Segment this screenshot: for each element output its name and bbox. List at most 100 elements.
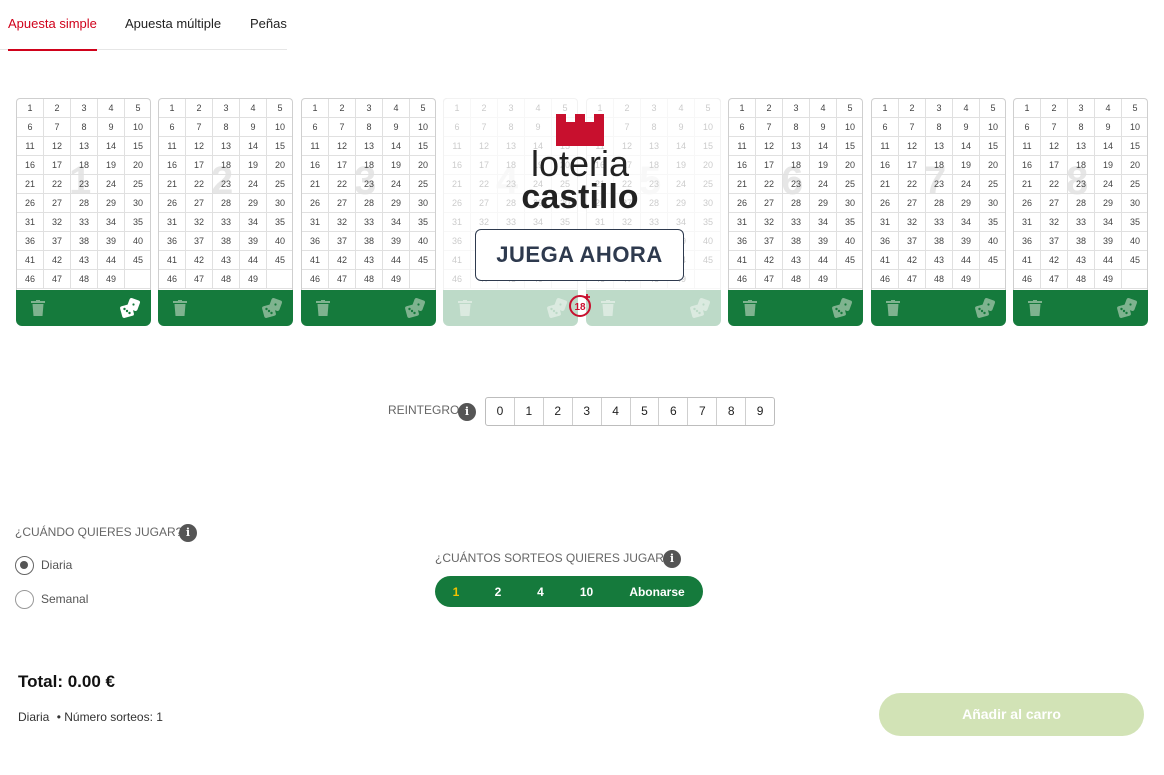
ticket-number-cell[interactable]: 35 [980, 213, 1005, 232]
ticket-number-cell[interactable]: 38 [356, 232, 383, 251]
dice-icon[interactable] [261, 297, 283, 319]
ticket-number-cell[interactable]: 2 [756, 99, 783, 118]
ticket-number-cell[interactable]: 13 [1068, 137, 1095, 156]
ticket-number-cell[interactable]: 23 [926, 175, 953, 194]
ticket-number-cell[interactable]: 18 [213, 156, 240, 175]
ticket-number-cell[interactable]: 4 [953, 99, 980, 118]
ticket-number-cell[interactable]: 6 [17, 118, 44, 137]
ticket-number-cell[interactable]: 30 [267, 194, 292, 213]
ticket-number-cell[interactable]: 2 [899, 99, 926, 118]
ticket-number-cell[interactable]: 5 [1122, 99, 1147, 118]
ticket-number-cell[interactable]: 24 [1095, 175, 1122, 194]
ticket-number-cell[interactable]: 15 [125, 137, 150, 156]
ticket-number-cell[interactable]: 43 [213, 251, 240, 270]
ticket-number-cell[interactable]: 6 [729, 118, 756, 137]
ticket-number-cell[interactable]: 42 [186, 251, 213, 270]
ticket-number-cell[interactable]: 31 [302, 213, 329, 232]
ticket-number-cell[interactable]: 22 [1041, 175, 1068, 194]
ticket-number-cell[interactable]: 11 [729, 137, 756, 156]
ticket-number-cell[interactable]: 21 [872, 175, 899, 194]
ticket-number-cell[interactable]: 34 [1095, 213, 1122, 232]
reintegro-option-7[interactable]: 7 [688, 398, 718, 425]
ticket-number-cell[interactable]: 34 [383, 213, 410, 232]
ticket-number-cell[interactable]: 49 [383, 270, 410, 289]
ticket-number-cell[interactable]: 20 [1122, 156, 1147, 175]
ticket-number-cell[interactable]: 37 [44, 232, 71, 251]
ticket-number-cell[interactable]: 26 [1014, 194, 1041, 213]
ticket-number-cell[interactable]: 31 [1014, 213, 1041, 232]
radio-button-semanal[interactable] [15, 589, 34, 609]
ticket-number-cell[interactable]: 17 [44, 156, 71, 175]
ticket-number-cell[interactable]: 17 [186, 156, 213, 175]
ticket-number-cell[interactable]: 39 [383, 232, 410, 251]
ticket-number-cell[interactable]: 45 [1122, 251, 1147, 270]
ticket-number-cell[interactable]: 16 [17, 156, 44, 175]
ticket-number-cell[interactable]: 41 [1014, 251, 1041, 270]
ticket-number-cell[interactable]: 21 [302, 175, 329, 194]
draws-info-icon[interactable]: i [663, 550, 681, 568]
ticket-number-cell[interactable]: 49 [810, 270, 837, 289]
dice-icon[interactable] [119, 297, 141, 319]
ticket-number-cell[interactable]: 14 [98, 137, 125, 156]
ticket-number-cell[interactable]: 4 [98, 99, 125, 118]
ticket-number-cell[interactable]: 43 [783, 251, 810, 270]
ticket-number-cell[interactable]: 39 [240, 232, 267, 251]
ticket-number-cell[interactable]: 23 [783, 175, 810, 194]
ticket-number-cell[interactable]: 36 [17, 232, 44, 251]
ticket-number-cell[interactable]: 2 [329, 99, 356, 118]
ticket-number-cell[interactable]: 27 [1041, 194, 1068, 213]
ticket-number-cell[interactable]: 49 [98, 270, 125, 289]
tab-apuesta-multiple[interactable]: Apuesta múltiple [125, 0, 222, 50]
ticket-number-cell[interactable]: 25 [837, 175, 862, 194]
ticket-number-cell[interactable]: 41 [729, 251, 756, 270]
ticket-number-cell[interactable]: 14 [383, 137, 410, 156]
ticket-number-cell[interactable]: 11 [872, 137, 899, 156]
ticket-number-cell[interactable]: 7 [329, 118, 356, 137]
ticket-number-cell[interactable]: 19 [240, 156, 267, 175]
ticket-number-cell[interactable]: 47 [329, 270, 356, 289]
ticket-number-cell[interactable]: 42 [44, 251, 71, 270]
ticket-number-cell[interactable]: 7 [1041, 118, 1068, 137]
ticket-number-cell[interactable]: 10 [1122, 118, 1147, 137]
ticket-number-cell[interactable]: 39 [953, 232, 980, 251]
ticket-number-cell[interactable]: 12 [899, 137, 926, 156]
ticket-number-cell[interactable]: 27 [756, 194, 783, 213]
ticket-number-cell[interactable]: 2 [44, 99, 71, 118]
ticket-number-cell[interactable]: 28 [71, 194, 98, 213]
ticket-number-cell[interactable]: 40 [837, 232, 862, 251]
ticket-number-cell[interactable]: 10 [410, 118, 435, 137]
reintegro-option-4[interactable]: 4 [602, 398, 631, 425]
ticket-number-cell[interactable]: 31 [159, 213, 186, 232]
ticket-number-cell[interactable]: 25 [410, 175, 435, 194]
ticket-number-cell[interactable]: 37 [756, 232, 783, 251]
ticket-number-cell[interactable]: 32 [44, 213, 71, 232]
ticket-number-cell[interactable]: 25 [1122, 175, 1147, 194]
ticket-number-cell[interactable]: 29 [953, 194, 980, 213]
draws-option-abonarse[interactable]: Abonarse [611, 585, 703, 599]
ticket-number-cell[interactable]: 9 [383, 118, 410, 137]
ticket-number-cell[interactable]: 45 [837, 251, 862, 270]
ticket-number-cell[interactable]: 45 [125, 251, 150, 270]
ticket-number-cell[interactable]: 19 [810, 156, 837, 175]
add-to-cart-button[interactable]: Añadir al carro [879, 693, 1144, 736]
ticket-number-cell[interactable]: 35 [410, 213, 435, 232]
ticket-number-cell[interactable]: 16 [1014, 156, 1041, 175]
ticket-number-cell[interactable]: 25 [267, 175, 292, 194]
ticket-number-cell[interactable]: 26 [729, 194, 756, 213]
ticket-number-cell[interactable]: 22 [329, 175, 356, 194]
ticket-number-cell[interactable]: 44 [383, 251, 410, 270]
ticket-number-cell[interactable]: 36 [302, 232, 329, 251]
ticket-number-cell[interactable]: 28 [1068, 194, 1095, 213]
ticket-number-cell[interactable]: 38 [213, 232, 240, 251]
ticket-number-cell[interactable]: 27 [899, 194, 926, 213]
ticket-number-cell[interactable]: 16 [302, 156, 329, 175]
reintegro-option-6[interactable]: 6 [659, 398, 689, 425]
ticket-number-cell[interactable]: 48 [783, 270, 810, 289]
ticket-number-cell[interactable]: 14 [1095, 137, 1122, 156]
ticket-number-cell[interactable]: 9 [240, 118, 267, 137]
ticket-number-cell[interactable]: 5 [410, 99, 435, 118]
ticket-number-cell[interactable]: 13 [356, 137, 383, 156]
draws-option-4[interactable]: 4 [519, 585, 562, 599]
ticket-number-cell[interactable]: 49 [953, 270, 980, 289]
ticket-number-cell[interactable]: 28 [926, 194, 953, 213]
